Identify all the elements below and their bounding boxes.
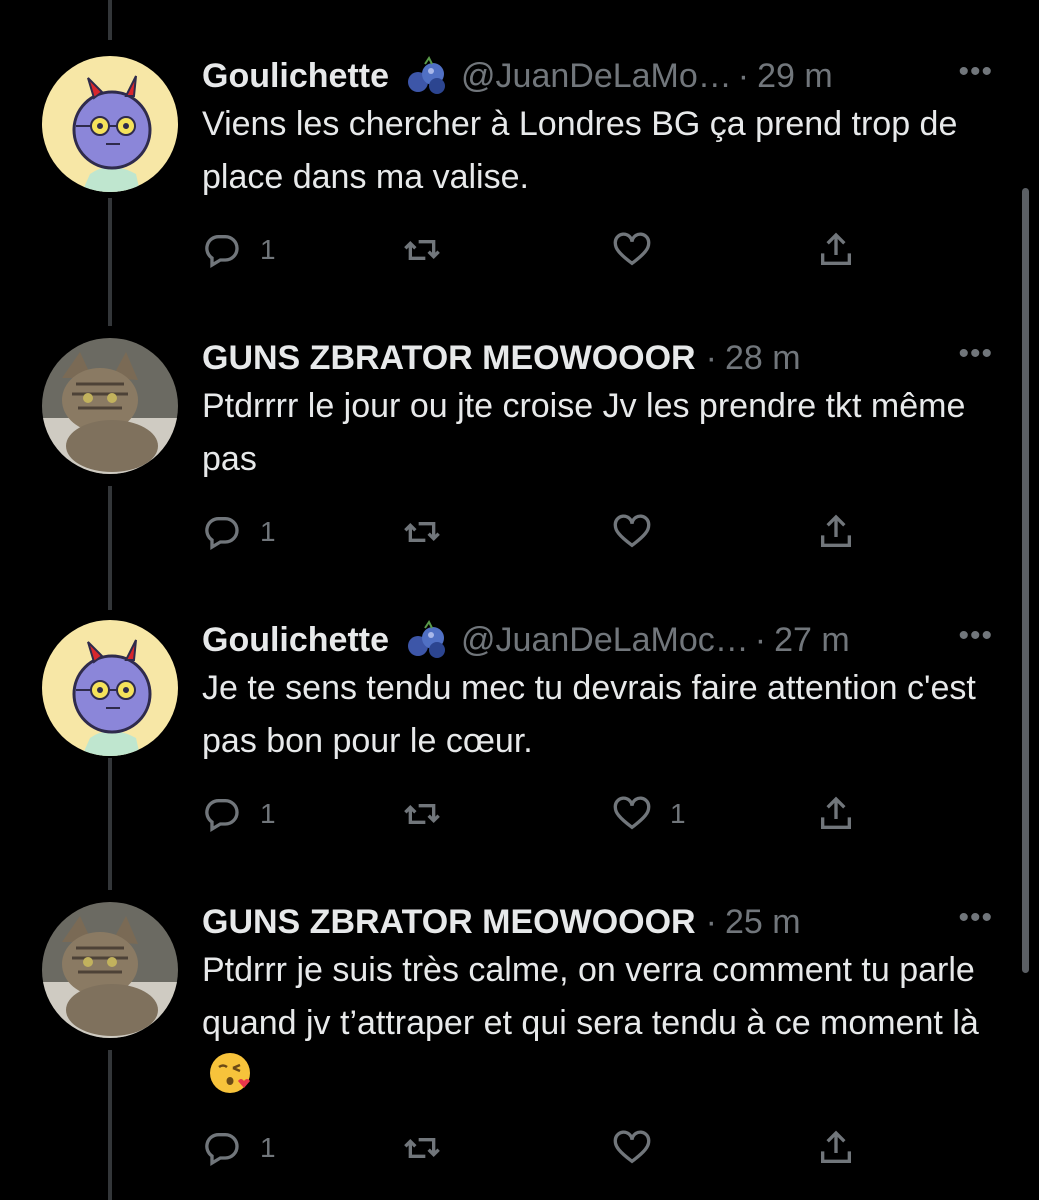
share-button[interactable]	[816, 230, 856, 270]
timestamp[interactable]: 27 m	[774, 621, 850, 660]
reply-count: 1	[260, 798, 276, 829]
thread-line	[108, 486, 112, 610]
tweet-header: GUNS ZBRATOR MEOWOOOR · 25 m	[202, 902, 999, 942]
retweet-button[interactable]	[402, 794, 442, 834]
like-button[interactable]	[612, 1128, 652, 1168]
retweet-button[interactable]	[402, 1128, 442, 1168]
monster-avatar	[42, 56, 178, 192]
reply-button[interactable]: 1	[202, 512, 276, 552]
retweet-icon	[404, 522, 440, 542]
heart-icon	[613, 514, 651, 548]
tweet-header: Goulichette @JuanDeLaMoc… · 27 m	[202, 620, 999, 660]
tweet-text-container: Ptdrrr je suis très calme, on verra comm…	[202, 944, 1002, 1103]
tweet-text: Ptdrrr je suis très calme, on verra comm…	[202, 951, 979, 1042]
face-blowing-kiss-emoji	[208, 1051, 252, 1095]
reply-icon	[205, 516, 239, 550]
retweet-icon	[404, 804, 440, 824]
separator-dot: ·	[737, 56, 750, 95]
author-handle[interactable]: @JuanDeLaMo…	[461, 57, 732, 96]
like-button[interactable]	[612, 230, 652, 270]
timestamp[interactable]: 29 m	[757, 57, 833, 96]
avatar[interactable]	[42, 902, 178, 1038]
reply-button[interactable]: 1	[202, 230, 276, 270]
heart-icon	[613, 796, 651, 830]
avatar[interactable]	[42, 338, 178, 474]
reply-button[interactable]: 1	[202, 1128, 276, 1168]
thread-line	[108, 758, 112, 890]
share-button[interactable]	[816, 1128, 856, 1168]
separator-dot: ·	[705, 902, 717, 941]
separator-dot: ·	[754, 620, 767, 659]
avatar[interactable]	[42, 620, 178, 756]
like-button[interactable]	[612, 512, 652, 552]
tweet-text: Viens les chercher à Londres BG ça prend…	[202, 105, 958, 196]
author-name[interactable]: Goulichette	[202, 57, 389, 96]
cat-avatar	[42, 338, 178, 474]
reply-icon	[205, 234, 239, 268]
reply-count: 1	[260, 1132, 276, 1163]
retweet-icon	[404, 240, 440, 260]
author-name[interactable]: GUNS ZBRATOR MEOWOOOR	[202, 339, 696, 378]
like-count: 1	[670, 798, 686, 829]
author-name[interactable]: GUNS ZBRATOR MEOWOOOR	[202, 903, 696, 942]
tweet-actions: 1	[202, 1128, 882, 1168]
cat-avatar	[42, 902, 178, 1038]
author-handle[interactable]: @JuanDeLaMoc…	[461, 621, 749, 660]
blueberry-icon	[403, 620, 449, 660]
reply-icon	[205, 1132, 239, 1166]
reply-count: 1	[260, 516, 276, 547]
monster-avatar	[42, 620, 178, 756]
more-options-icon[interactable]: •••	[958, 621, 993, 651]
scrollbar[interactable]	[1022, 188, 1029, 973]
share-button[interactable]	[816, 512, 856, 552]
tweet-actions: 1	[202, 512, 882, 552]
reply-button[interactable]: 1	[202, 794, 276, 834]
thread-line	[108, 0, 112, 40]
tweet-header: GUNS ZBRATOR MEOWOOOR · 28 m	[202, 338, 999, 378]
timestamp[interactable]: 28 m	[725, 339, 801, 378]
share-icon	[821, 796, 851, 829]
thread-line	[108, 1050, 112, 1200]
retweet-icon	[404, 1138, 440, 1158]
reply-count: 1	[260, 234, 276, 265]
more-options-icon[interactable]: •••	[958, 57, 993, 87]
tweet-text: Ptdrrrr le jour ou jte croise Jv les pre…	[202, 387, 966, 478]
tweet-header: Goulichette @JuanDeLaMo… · 29 m	[202, 56, 999, 96]
tweet-text: Je te sens tendu mec tu devrais faire at…	[202, 669, 976, 760]
thread-line	[108, 198, 112, 326]
heart-icon	[613, 232, 651, 266]
reply-icon	[205, 798, 239, 832]
share-icon	[821, 1130, 851, 1163]
retweet-button[interactable]	[402, 512, 442, 552]
share-icon	[821, 514, 851, 547]
avatar[interactable]	[42, 56, 178, 192]
share-icon	[821, 232, 851, 265]
heart-icon	[613, 1130, 651, 1164]
retweet-button[interactable]	[402, 230, 442, 270]
share-button[interactable]	[816, 794, 856, 834]
separator-dot: ·	[705, 338, 717, 377]
author-name[interactable]: Goulichette	[202, 621, 389, 660]
timestamp[interactable]: 25 m	[725, 903, 801, 942]
blueberry-icon	[403, 56, 449, 96]
like-button[interactable]: 1	[612, 794, 686, 834]
tweet-actions: 1	[202, 230, 882, 270]
more-options-icon[interactable]: •••	[958, 339, 993, 369]
tweet-actions: 1 1	[202, 794, 882, 834]
more-options-icon[interactable]: •••	[958, 903, 993, 933]
